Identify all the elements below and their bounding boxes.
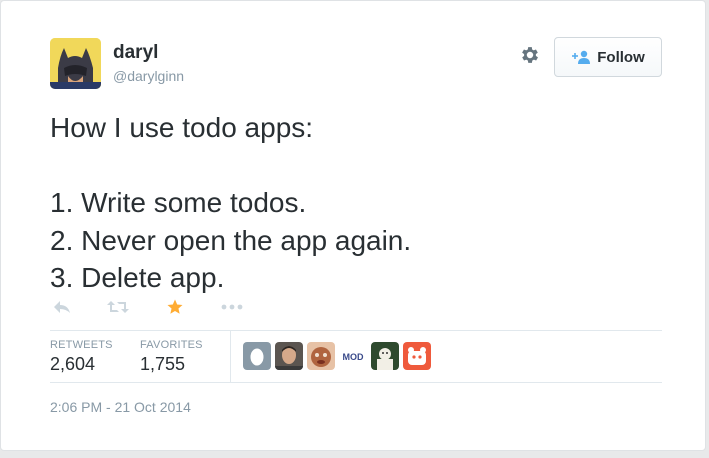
user-avatar[interactable] (307, 342, 335, 370)
favorites-label[interactable]: FAVORITES (140, 339, 203, 351)
user-handle[interactable]: @darylginn (113, 68, 184, 84)
favorites-count[interactable]: 1,755 (140, 354, 185, 375)
mod-logo-avatar[interactable]: MOD (339, 342, 367, 370)
retweets-count[interactable]: 2,604 (50, 354, 95, 375)
gear-icon[interactable] (519, 44, 541, 66)
stats-divider (230, 331, 231, 382)
batman-avatar-icon (50, 38, 101, 89)
tweet-text: How I use todo apps: 1. Write some todos… (50, 112, 412, 293)
user-avatar[interactable] (371, 342, 399, 370)
more-icon[interactable] (220, 297, 244, 317)
tweet-timestamp[interactable]: 2:06 PM - 21 Oct 2014 (50, 399, 191, 415)
retweets-label[interactable]: RETWEETS (50, 339, 113, 351)
favorite-icon[interactable] (163, 297, 187, 317)
follow-button[interactable]: Follow (554, 37, 662, 77)
follow-label: Follow (597, 48, 645, 66)
user-avatar[interactable] (50, 38, 101, 89)
tweet-card: daryl @darylginn Follow How I use todo a… (0, 0, 706, 451)
user-name[interactable]: daryl (113, 42, 158, 64)
mod-logo-text: MOD (343, 352, 364, 362)
egg-avatar[interactable] (243, 342, 271, 370)
user-avatar[interactable] (275, 342, 303, 370)
reply-icon[interactable] (50, 297, 74, 317)
divider (50, 382, 662, 383)
add-user-icon (572, 50, 591, 64)
app-logo-avatar[interactable] (403, 342, 431, 370)
divider (50, 330, 662, 331)
retweet-icon[interactable] (106, 297, 130, 317)
